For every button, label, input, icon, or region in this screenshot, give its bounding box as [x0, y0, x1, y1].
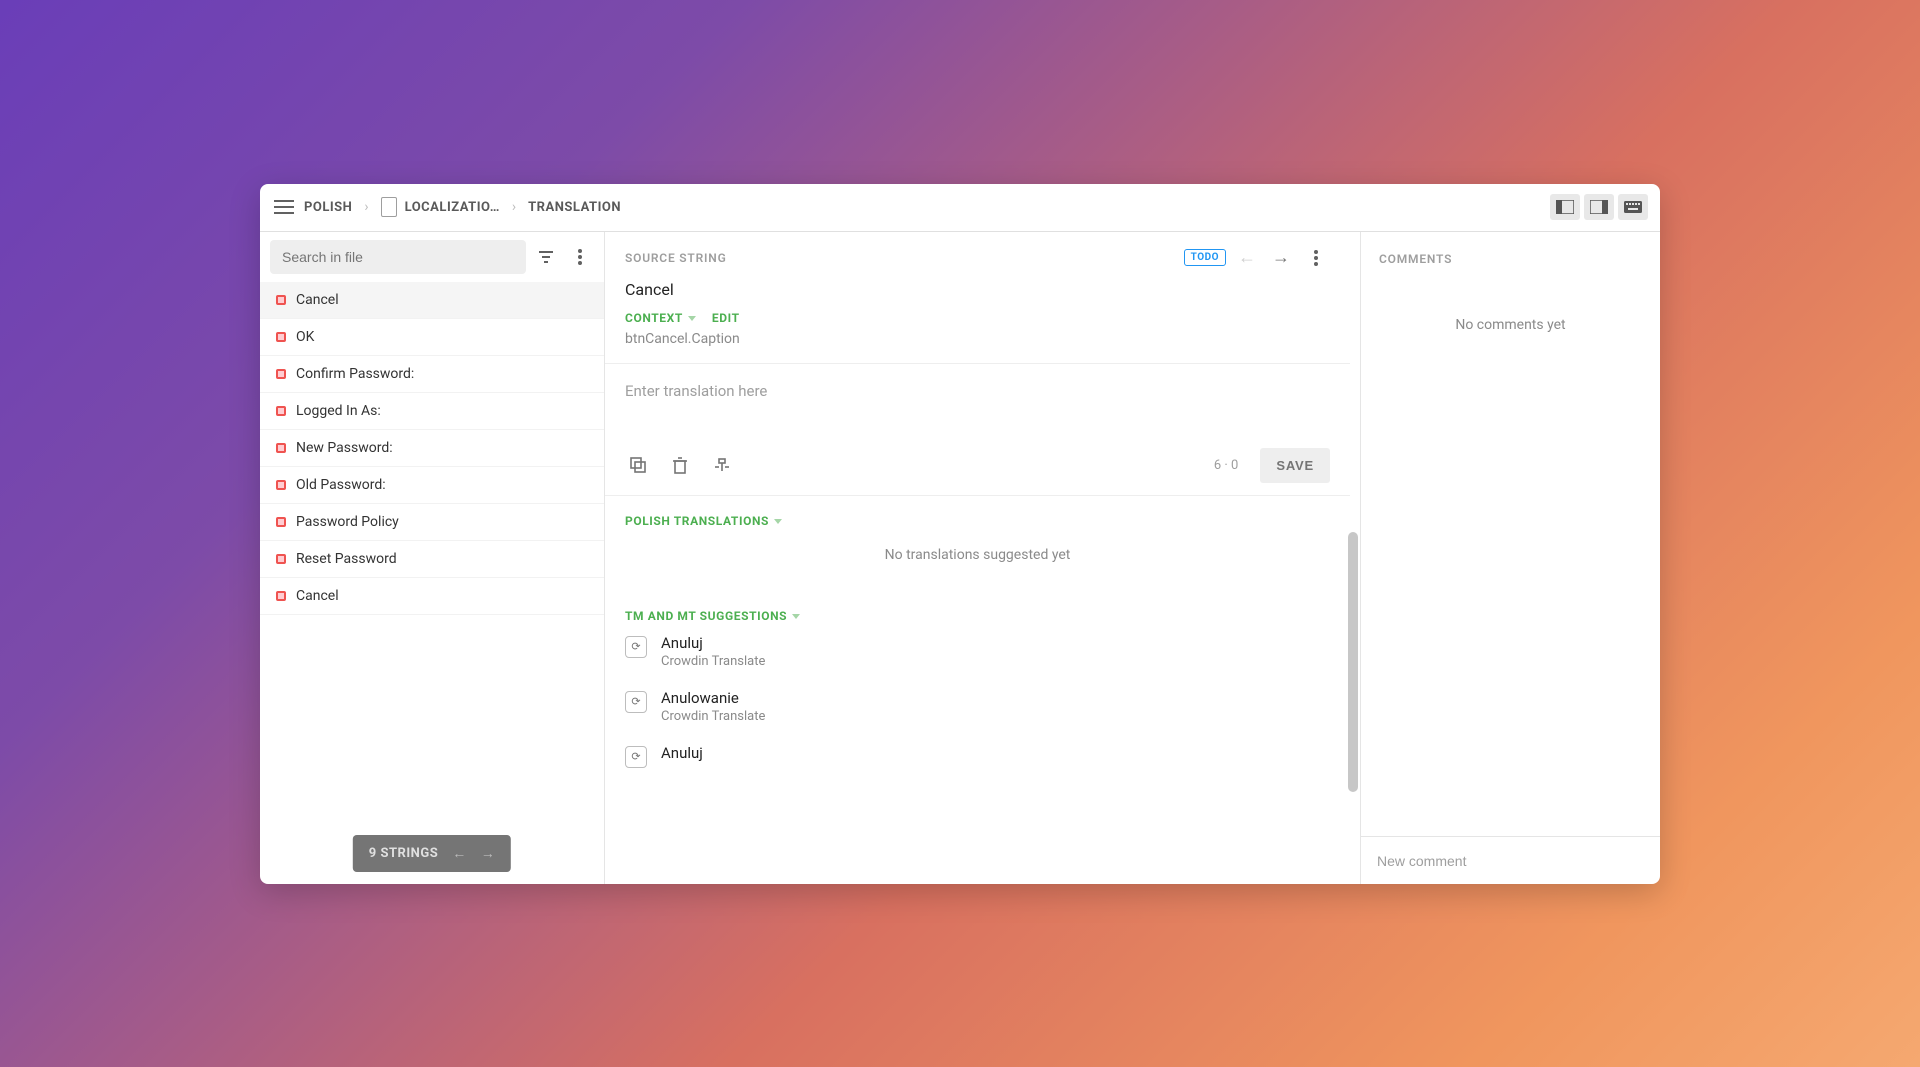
- strings-count: 9 STRINGS: [369, 846, 438, 861]
- clear-icon[interactable]: [667, 452, 693, 478]
- insert-tag-icon[interactable]: [709, 452, 735, 478]
- suggestion-item[interactable]: ⟳ Anuluj Crowdin Translate: [625, 624, 1330, 679]
- string-label: Reset Password: [296, 551, 397, 567]
- string-item[interactable]: OK: [260, 319, 604, 356]
- status-badge: TODO: [1184, 249, 1226, 266]
- suggestion-item[interactable]: ⟳ Anuluj: [625, 734, 1330, 778]
- chevron-right-icon: ›: [508, 199, 520, 215]
- string-label: Old Password:: [296, 477, 386, 493]
- string-item[interactable]: Confirm Password:: [260, 356, 604, 393]
- next-source-icon[interactable]: →: [1268, 245, 1294, 271]
- more-vert-icon[interactable]: [1302, 244, 1330, 272]
- string-item[interactable]: Old Password:: [260, 467, 604, 504]
- new-comment-input[interactable]: [1377, 853, 1644, 869]
- menu-icon[interactable]: [272, 195, 296, 219]
- string-label: Cancel: [296, 292, 339, 308]
- char-count: 6 · 0: [1214, 458, 1244, 473]
- context-toggle[interactable]: CONTEXT: [625, 311, 696, 325]
- suggestion-text: Anuluj: [661, 634, 765, 652]
- status-dot-icon: [276, 591, 286, 601]
- mt-engine-icon: ⟳: [625, 636, 647, 658]
- tm-suggestions-heading[interactable]: TM AND MT SUGGESTIONS: [625, 609, 800, 623]
- file-icon: [381, 197, 397, 217]
- suggestion-text: Anulowanie: [661, 689, 765, 707]
- string-item[interactable]: Password Policy: [260, 504, 604, 541]
- source-string-heading: SOURCE STRING: [625, 251, 727, 265]
- save-button[interactable]: SAVE: [1260, 448, 1330, 483]
- status-dot-icon: [276, 517, 286, 527]
- chevron-right-icon: ›: [360, 199, 372, 215]
- source-text: Cancel: [605, 276, 1350, 311]
- context-value: btnCancel.Caption: [605, 329, 1350, 363]
- next-string-icon[interactable]: →: [481, 845, 496, 862]
- layout-left-panel-button[interactable]: [1550, 194, 1580, 220]
- scrollbar[interactable]: [1348, 532, 1358, 792]
- string-label: Logged In As:: [296, 403, 381, 419]
- string-label: Confirm Password:: [296, 366, 414, 382]
- suggestion-source: Crowdin Translate: [661, 654, 765, 669]
- more-vert-icon[interactable]: [566, 243, 594, 271]
- comments-panel: COMMENTS No comments yet: [1360, 232, 1660, 884]
- mt-engine-icon: ⟳: [625, 746, 647, 768]
- string-item[interactable]: Reset Password: [260, 541, 604, 578]
- prev-string-icon[interactable]: ←: [452, 845, 467, 862]
- copy-source-icon[interactable]: [625, 452, 651, 478]
- status-dot-icon: [276, 443, 286, 453]
- string-label: Cancel: [296, 588, 339, 604]
- breadcrumb-file[interactable]: LOCALIZATIO…: [405, 200, 500, 215]
- strings-footer: 9 STRINGS ← →: [353, 835, 511, 872]
- keyboard-icon[interactable]: [1618, 194, 1648, 220]
- translations-heading[interactable]: POLISH TRANSLATIONS: [625, 514, 782, 528]
- string-label: Password Policy: [296, 514, 399, 530]
- status-dot-icon: [276, 554, 286, 564]
- search-input[interactable]: [270, 240, 526, 274]
- string-label: OK: [296, 329, 314, 345]
- editor-panel: SOURCE STRING TODO ← → Cancel CONTEXT ED…: [605, 232, 1360, 884]
- string-label: New Password:: [296, 440, 393, 456]
- strings-sidebar: Cancel OK Confirm Password: Logged In As: Ne…: [260, 232, 605, 884]
- suggestion-text: Anuluj: [661, 744, 703, 762]
- string-item[interactable]: Cancel: [260, 578, 604, 615]
- string-item[interactable]: New Password:: [260, 430, 604, 467]
- filter-icon[interactable]: [532, 243, 560, 271]
- edit-context-button[interactable]: EDIT: [712, 311, 740, 325]
- suggestion-source: Crowdin Translate: [661, 709, 765, 724]
- no-comments-text: No comments yet: [1455, 317, 1565, 836]
- mt-engine-icon: ⟳: [625, 691, 647, 713]
- string-list: Cancel OK Confirm Password: Logged In As: Ne…: [260, 282, 604, 884]
- status-dot-icon: [276, 332, 286, 342]
- breadcrumb-language[interactable]: POLISH: [304, 200, 352, 215]
- app-window: POLISH › LOCALIZATIO… › TRANSLATION: [260, 184, 1660, 884]
- status-dot-icon: [276, 369, 286, 379]
- string-item[interactable]: Cancel: [260, 282, 604, 319]
- breadcrumb-section[interactable]: TRANSLATION: [528, 200, 621, 215]
- status-dot-icon: [276, 480, 286, 490]
- no-translations-text: No translations suggested yet: [625, 529, 1330, 585]
- header-bar: POLISH › LOCALIZATIO… › TRANSLATION: [260, 184, 1660, 232]
- suggestion-item[interactable]: ⟳ Anulowanie Crowdin Translate: [625, 679, 1330, 734]
- layout-right-panel-button[interactable]: [1584, 194, 1614, 220]
- string-item[interactable]: Logged In As:: [260, 393, 604, 430]
- prev-source-icon[interactable]: ←: [1234, 245, 1260, 271]
- status-dot-icon: [276, 406, 286, 416]
- translation-input[interactable]: [605, 364, 1350, 436]
- status-dot-icon: [276, 295, 286, 305]
- comments-heading: COMMENTS: [1379, 252, 1452, 266]
